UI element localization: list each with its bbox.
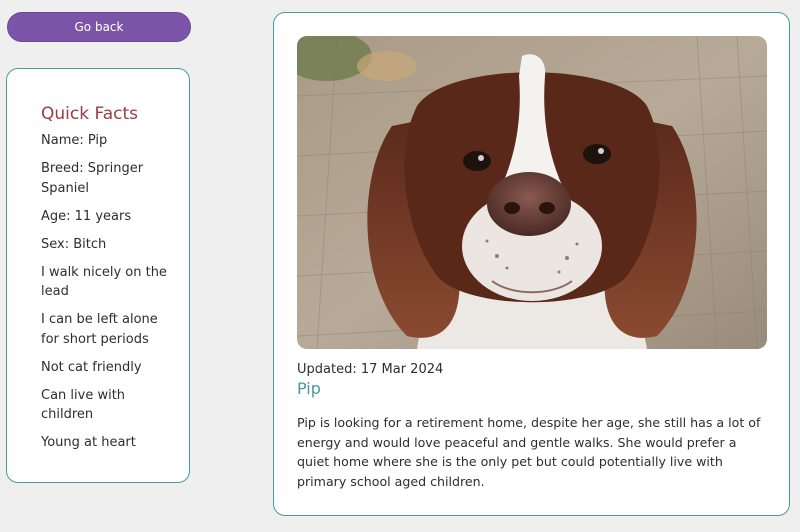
fact-item: I can be left alone for short periods xyxy=(41,312,158,347)
go-back-button[interactable]: Go back xyxy=(7,12,191,42)
quick-facts-card: Quick Facts Name: Pip Breed: Springer Sp… xyxy=(6,68,190,483)
fact-item: Can live with children xyxy=(41,387,126,423)
fact-item: Sex: Bitch xyxy=(41,236,107,252)
fact-item: Young at heart xyxy=(41,435,136,450)
dog-profile-card: Updated: 17 Mar 2024 Pip Pip is looking … xyxy=(273,12,790,516)
fact-item: Age: 11 years xyxy=(41,208,132,224)
fact-item: I walk nicely on the lead xyxy=(41,264,167,300)
dog-name-heading: Pip xyxy=(297,379,321,398)
quick-facts-title: Quick Facts xyxy=(41,104,138,124)
fact-item: Name: Pip xyxy=(41,133,108,148)
dog-photo xyxy=(297,36,767,349)
fact-item: Breed: Springer Spaniel xyxy=(41,161,144,196)
quick-facts-list: Name: Pip Breed: Springer Spaniel Age: 1… xyxy=(41,131,179,453)
updated-date: Updated: 17 Mar 2024 xyxy=(297,362,444,377)
fact-item: Not cat friendly xyxy=(41,359,142,375)
dog-description: Pip is looking for a retirement home, de… xyxy=(297,415,761,489)
